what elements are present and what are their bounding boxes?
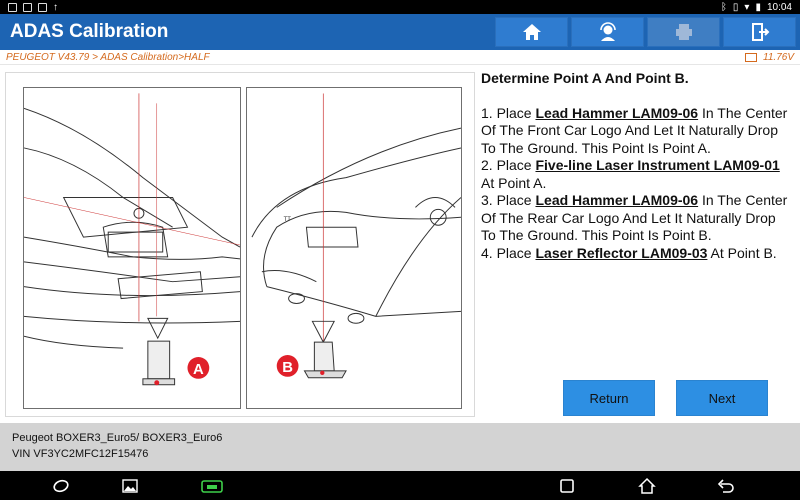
- recent-apps-button[interactable]: [558, 477, 576, 495]
- rear-car-illustration: ТТ B: [246, 87, 462, 409]
- screen: ↑ ᛒ ▯ ▾ ▮ 10:04 ADAS Calibration PEUGEOT…: [0, 0, 800, 500]
- clock: 10:04: [766, 1, 792, 13]
- breadcrumb-bar: PEUGEOT V43.79 > ADAS Calibration>HALF 1…: [0, 50, 800, 65]
- breadcrumb: PEUGEOT V43.79 > ADAS Calibration>HALF: [6, 51, 210, 63]
- rear-car-drawing: ТТ B: [251, 93, 461, 379]
- voltage-value: 11.76V: [763, 51, 794, 63]
- step-text: At Point B.: [707, 244, 777, 261]
- battery-icon: ▮: [755, 1, 761, 13]
- vibrate-icon: ▯: [732, 1, 739, 13]
- step-4: 4. Place Laser Reflector LAM09-03 At Poi…: [481, 245, 793, 263]
- app-header: ADAS Calibration: [0, 14, 800, 50]
- wifi-icon: ▾: [744, 1, 750, 13]
- step-text: 2. Place: [481, 157, 536, 173]
- vci-button[interactable]: [200, 477, 224, 495]
- browser-icon: [53, 479, 69, 493]
- print-button[interactable]: [647, 17, 720, 47]
- home-nav-button[interactable]: [638, 477, 656, 495]
- step-text: 3. Place: [481, 192, 536, 208]
- gallery-icon: [122, 479, 138, 493]
- front-car-drawing: A: [24, 93, 240, 386]
- android-nav-bar: [0, 471, 800, 500]
- square-icon: [560, 479, 574, 493]
- vehicle-info-bar: Peugeot BOXER3_Euro5/ BOXER3_Euro6 VIN V…: [0, 423, 800, 471]
- rear-badge: ТТ: [284, 217, 292, 223]
- step-2: 2. Place Five-line Laser Instrument LAM0…: [481, 157, 793, 192]
- home-icon: [522, 24, 541, 40]
- instructions: Determine Point A And Point B. 1. Place …: [481, 70, 793, 262]
- tool-link[interactable]: Lead Hammer LAM09-06: [535, 192, 698, 208]
- back-button[interactable]: [717, 477, 735, 495]
- vehicle-model: Peugeot BOXER3_Euro5/ BOXER3_Euro6: [12, 432, 223, 444]
- notification-icon: [23, 2, 32, 12]
- return-button[interactable]: Return: [563, 380, 655, 416]
- exit-button[interactable]: [723, 17, 796, 47]
- voltage-indicator: 11.76V: [745, 52, 794, 63]
- front-car-illustration: A: [23, 87, 241, 409]
- tool-link[interactable]: Laser Reflector LAM09-03: [535, 245, 707, 261]
- tool-link[interactable]: Five-line Laser Instrument LAM09-01: [535, 157, 779, 173]
- back-arrow-icon: [717, 479, 734, 493]
- bluetooth-icon: ᛒ: [720, 1, 727, 13]
- next-button[interactable]: Next: [676, 380, 768, 416]
- step-text: 4. Place: [481, 244, 536, 261]
- android-status-bar: ↑ ᛒ ▯ ▾ ▮ 10:04: [0, 0, 800, 14]
- header-buttons: [495, 17, 796, 47]
- browser-button[interactable]: [52, 477, 70, 495]
- upload-icon: ↑: [53, 1, 58, 13]
- step-text: At Point A.: [481, 174, 547, 191]
- illustration-panel: A ТТ B: [5, 72, 475, 417]
- point-a-label: A: [193, 362, 204, 378]
- vehicle-vin: VIN VF3YC2MFC12F15476: [12, 448, 149, 460]
- gallery-button[interactable]: [121, 477, 139, 495]
- tool-link[interactable]: Lead Hammer LAM09-06: [535, 105, 698, 121]
- printer-icon: [675, 24, 692, 40]
- app-title: ADAS Calibration: [10, 21, 169, 42]
- exit-icon: [751, 23, 769, 41]
- vci-connector-icon: [201, 480, 223, 493]
- support-agent-icon: [599, 22, 616, 41]
- home-button[interactable]: [495, 17, 568, 47]
- home-outline-icon: [638, 477, 656, 494]
- point-b-label: B: [282, 360, 293, 376]
- instructions-heading: Determine Point A And Point B.: [481, 70, 689, 86]
- step-1: 1. Place Lead Hammer LAM09-06 In The Cen…: [481, 105, 793, 158]
- support-button[interactable]: [571, 17, 644, 47]
- notification-icon: [38, 2, 47, 12]
- content-area: A ТТ B Determine Point A And Point B. 1.…: [0, 66, 800, 423]
- step-3: 3. Place Lead Hammer LAM09-06 In The Cen…: [481, 192, 793, 245]
- battery-voltage-icon: [745, 52, 758, 62]
- notification-icon: [8, 2, 17, 12]
- step-text: 1. Place: [481, 104, 536, 121]
